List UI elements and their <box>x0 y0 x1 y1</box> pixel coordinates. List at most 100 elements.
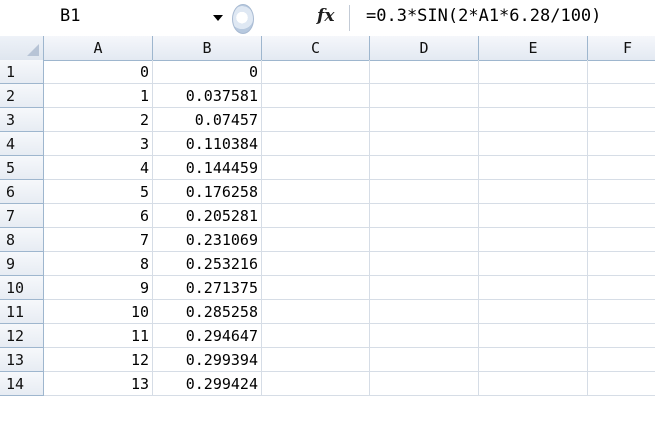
formula-bar-resize-handle[interactable] <box>232 4 254 34</box>
chevron-down-icon[interactable] <box>213 15 223 21</box>
cell-e[interactable] <box>479 348 588 372</box>
cell-b[interactable]: 0.253216 <box>153 252 262 276</box>
column-header-d[interactable]: D <box>370 36 479 60</box>
cell-b[interactable]: 0.285258 <box>153 300 262 324</box>
row-header[interactable]: 10 <box>0 276 44 300</box>
cell-c[interactable] <box>262 348 370 372</box>
cell-e[interactable] <box>479 108 588 132</box>
cell-e[interactable] <box>479 276 588 300</box>
cell-c[interactable] <box>262 84 370 108</box>
cell-f[interactable] <box>588 372 655 396</box>
cell-a[interactable]: 7 <box>44 228 153 252</box>
row-header[interactable]: 12 <box>0 324 44 348</box>
cell-b[interactable]: 0.037581 <box>153 84 262 108</box>
cell-e[interactable] <box>479 60 588 84</box>
cell-b[interactable]: 0.110384 <box>153 132 262 156</box>
cell-a[interactable]: 3 <box>44 132 153 156</box>
cell-d[interactable] <box>370 84 479 108</box>
cell-f[interactable] <box>588 348 655 372</box>
cell-f[interactable] <box>588 108 655 132</box>
cell-a[interactable]: 0 <box>44 60 153 84</box>
cell-f[interactable] <box>588 228 655 252</box>
cell-e[interactable] <box>479 204 588 228</box>
cell-e[interactable] <box>479 156 588 180</box>
cell-e[interactable] <box>479 372 588 396</box>
cell-d[interactable] <box>370 300 479 324</box>
column-header-a[interactable]: A <box>44 36 153 60</box>
cell-c[interactable] <box>262 372 370 396</box>
cell-b[interactable]: 0.176258 <box>153 180 262 204</box>
cell-a[interactable]: 10 <box>44 300 153 324</box>
cell-a[interactable]: 11 <box>44 324 153 348</box>
cell-e[interactable] <box>479 228 588 252</box>
cell-b[interactable]: 0.07457 <box>153 108 262 132</box>
cell-c[interactable] <box>262 324 370 348</box>
cell-d[interactable] <box>370 324 479 348</box>
cell-c[interactable] <box>262 108 370 132</box>
column-header-f[interactable]: F <box>588 36 655 60</box>
cell-e[interactable] <box>479 84 588 108</box>
cell-c[interactable] <box>262 228 370 252</box>
cell-d[interactable] <box>370 180 479 204</box>
cell-f[interactable] <box>588 204 655 228</box>
cell-f[interactable] <box>588 180 655 204</box>
cell-e[interactable] <box>479 252 588 276</box>
row-header[interactable]: 11 <box>0 300 44 324</box>
cell-b[interactable]: 0 <box>153 60 262 84</box>
cell-a[interactable]: 8 <box>44 252 153 276</box>
cell-e[interactable] <box>479 180 588 204</box>
cell-b[interactable]: 0.144459 <box>153 156 262 180</box>
cell-b[interactable]: 0.271375 <box>153 276 262 300</box>
insert-function-button[interactable]: fx <box>317 6 334 26</box>
name-box[interactable]: B1 <box>0 0 200 36</box>
cell-c[interactable] <box>262 204 370 228</box>
cell-d[interactable] <box>370 228 479 252</box>
cell-b[interactable]: 0.294647 <box>153 324 262 348</box>
cell-d[interactable] <box>370 276 479 300</box>
cell-c[interactable] <box>262 252 370 276</box>
cell-f[interactable] <box>588 156 655 180</box>
cell-d[interactable] <box>370 108 479 132</box>
cell-f[interactable] <box>588 324 655 348</box>
cell-d[interactable] <box>370 252 479 276</box>
cell-d[interactable] <box>370 156 479 180</box>
cell-f[interactable] <box>588 132 655 156</box>
formula-input[interactable]: =0.3*SIN(2*A1*6.28/100) <box>366 6 601 26</box>
cell-a[interactable]: 12 <box>44 348 153 372</box>
cell-c[interactable] <box>262 60 370 84</box>
row-header[interactable]: 1 <box>0 60 44 84</box>
cell-c[interactable] <box>262 132 370 156</box>
cell-a[interactable]: 6 <box>44 204 153 228</box>
row-header[interactable]: 2 <box>0 84 44 108</box>
row-header[interactable]: 5 <box>0 156 44 180</box>
cell-c[interactable] <box>262 276 370 300</box>
cell-f[interactable] <box>588 84 655 108</box>
cell-b[interactable]: 0.299394 <box>153 348 262 372</box>
row-header[interactable]: 14 <box>0 372 44 396</box>
cell-d[interactable] <box>370 204 479 228</box>
cell-c[interactable] <box>262 300 370 324</box>
cell-d[interactable] <box>370 372 479 396</box>
cell-f[interactable] <box>588 60 655 84</box>
cell-a[interactable]: 1 <box>44 84 153 108</box>
row-header[interactable]: 7 <box>0 204 44 228</box>
cell-e[interactable] <box>479 300 588 324</box>
cell-d[interactable] <box>370 348 479 372</box>
cell-a[interactable]: 9 <box>44 276 153 300</box>
row-header[interactable]: 4 <box>0 132 44 156</box>
row-header[interactable]: 13 <box>0 348 44 372</box>
cell-f[interactable] <box>588 276 655 300</box>
row-header[interactable]: 6 <box>0 180 44 204</box>
cell-d[interactable] <box>370 60 479 84</box>
column-header-c[interactable]: C <box>262 36 370 60</box>
cell-b[interactable]: 0.205281 <box>153 204 262 228</box>
cell-a[interactable]: 2 <box>44 108 153 132</box>
cell-e[interactable] <box>479 132 588 156</box>
select-all-button[interactable] <box>0 36 44 60</box>
cell-d[interactable] <box>370 132 479 156</box>
cell-c[interactable] <box>262 156 370 180</box>
cell-e[interactable] <box>479 324 588 348</box>
column-header-e[interactable]: E <box>479 36 588 60</box>
row-header[interactable]: 8 <box>0 228 44 252</box>
cell-b[interactable]: 0.299424 <box>153 372 262 396</box>
